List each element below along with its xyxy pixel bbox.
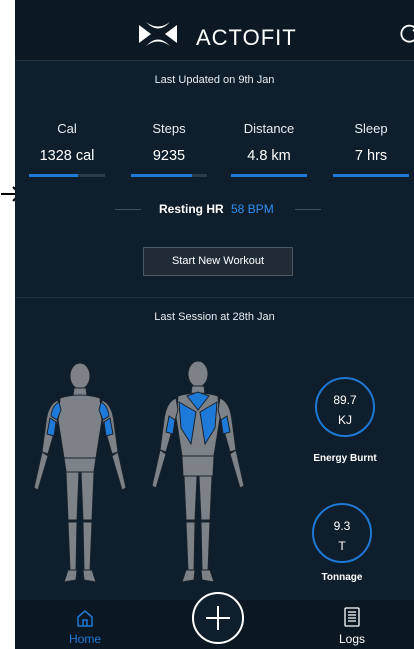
plus-icon bbox=[206, 606, 230, 630]
metric-progress-fill bbox=[29, 174, 79, 177]
nav-home-label[interactable]: Home bbox=[65, 632, 105, 646]
metric-label: Steps bbox=[152, 121, 186, 136]
start-new-workout-button[interactable]: Start New Workout bbox=[143, 247, 293, 276]
app-screen: ACTOFIT Last Updated on 9th Jan Cal 1328… bbox=[15, 0, 414, 649]
actofit-logo-icon bbox=[139, 22, 177, 46]
tonnage-unit: T bbox=[338, 539, 346, 553]
add-button[interactable] bbox=[192, 592, 244, 644]
metric-progress-bar bbox=[29, 174, 105, 177]
metric-value: 1328 cal bbox=[39, 148, 95, 164]
tonnage-value: 9.3 bbox=[333, 519, 351, 533]
body-front-figure bbox=[33, 362, 127, 583]
app-header: ACTOFIT bbox=[15, 0, 414, 61]
energy-burnt-label: Energy Burnt bbox=[313, 453, 377, 464]
energy-unit: KJ bbox=[337, 413, 352, 427]
nav-logs-label[interactable]: Logs bbox=[332, 632, 372, 646]
home-icon[interactable] bbox=[75, 608, 95, 628]
metric-steps[interactable]: Steps 9235 bbox=[127, 121, 211, 177]
last-updated-text: Last Updated on 9th Jan bbox=[154, 74, 275, 86]
tonnage-circle: 9.3 T bbox=[312, 503, 372, 563]
resting-hr-label: Resting HR bbox=[159, 202, 224, 216]
logs-icon[interactable] bbox=[344, 607, 360, 627]
resting-hr-value: 58 BPM bbox=[231, 202, 274, 216]
metric-label: Distance bbox=[243, 121, 295, 136]
tonnage-label: Tonnage bbox=[321, 572, 363, 583]
energy-value: 89.7 bbox=[333, 393, 357, 407]
body-back-figure bbox=[151, 360, 245, 583]
metric-progress-bar bbox=[333, 174, 409, 177]
metric-progress-fill bbox=[333, 174, 409, 177]
divider-line bbox=[115, 209, 141, 210]
metric-progress-fill bbox=[131, 174, 192, 177]
metric-progress-bar bbox=[131, 174, 207, 177]
metric-sleep[interactable]: Sleep 7 hrs bbox=[329, 121, 413, 177]
last-session-text: Last Session at 28th Jan bbox=[154, 311, 275, 323]
metric-label: Cal bbox=[57, 121, 77, 136]
metric-progress-bar bbox=[231, 174, 307, 177]
brand-name: ACTOFIT bbox=[196, 25, 297, 50]
resting-hr-row: Resting HR 58 BPM bbox=[15, 200, 414, 220]
energy-burnt-circle: 89.7 KJ bbox=[315, 377, 375, 437]
metric-value: 7 hrs bbox=[354, 148, 388, 164]
metric-label: Sleep bbox=[354, 121, 388, 136]
metric-value: 9235 bbox=[152, 148, 186, 164]
divider-line bbox=[295, 209, 321, 210]
section-divider bbox=[15, 297, 414, 298]
metric-cal[interactable]: Cal 1328 cal bbox=[25, 121, 109, 177]
metric-progress-fill bbox=[231, 174, 307, 177]
refresh-icon[interactable] bbox=[400, 24, 414, 44]
metric-distance[interactable]: Distance 4.8 km bbox=[227, 121, 311, 177]
metric-value: 4.8 km bbox=[247, 148, 291, 164]
